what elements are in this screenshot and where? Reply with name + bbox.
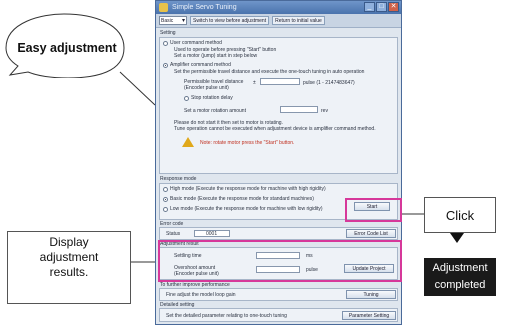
detailed-desc: Set the detailed parameter relating to o… [166,313,287,319]
window-title: Simple Servo Tuning [172,4,237,11]
app-icon [159,3,168,12]
user-command-label: User command method [170,40,222,46]
click-callout: Click [424,197,496,233]
window-title-bar: Simple Servo Tuning _ □ ✕ [156,1,401,14]
parameter-setting-button[interactable]: Parameter Setting [342,311,396,320]
status-value: 0001 [206,231,218,237]
low-mode-radio[interactable] [163,207,168,212]
high-mode-label: High mode (Execute the response mode for… [170,186,326,192]
done-line2: completed [434,279,486,291]
display-results-callout: Display adjustment results. [7,231,131,304]
stop-rotation-label: Stop rotation delay [191,95,233,101]
amplifier-command-radio[interactable] [163,63,168,68]
detailed-panel: Set the detailed parameter relating to o… [159,308,398,322]
minimize-button[interactable]: _ [364,2,375,12]
travel-equals: ± [253,80,256,86]
travel-distance-sub: (Encoder pulse unit) [184,85,229,91]
start-highlight [345,198,402,222]
return-initial-button[interactable]: Return to initial value [272,16,325,25]
warning-icon [182,137,194,147]
rotation-amount-unit: rev [321,108,328,114]
display-line1: Display [49,235,89,249]
down-arrow-icon [450,233,464,243]
display-line3: results. [49,265,89,279]
further-desc: Fine adjust the model loop gain [166,292,236,298]
toolbar: Basic Switch to view before adjustment R… [156,14,401,28]
error-code-list-button[interactable]: Error Code List [346,229,396,238]
low-mode-label: Low mode (Execute the response mode for … [170,206,323,212]
setting-group-label: Setting [160,30,176,36]
amplifier-command-label: Amplifier command method [170,62,231,68]
close-button[interactable]: ✕ [388,2,399,12]
user-command-radio[interactable] [163,41,168,46]
error-panel: Status 0001 Error Code List [159,227,398,240]
setting-note2: Tune operation cannot be executed when a… [174,126,376,132]
travel-distance-input[interactable] [260,78,300,85]
high-mode-radio[interactable] [163,187,168,192]
switch-view-button[interactable]: Switch to view before adjustment [190,16,270,25]
further-panel: Fine adjust the model loop gain Tuning [159,288,398,301]
response-group-label: Response mode [160,176,197,182]
status-label: Status [166,231,181,237]
rotation-amount-input[interactable] [280,106,318,113]
travel-distance-unit: pulse (1 - 2147483647) [303,80,355,86]
basic-mode-label: Basic mode (Execute the response mode fo… [170,196,314,202]
done-line1: Adjustment [432,262,488,274]
basic-mode-radio[interactable] [163,197,168,202]
stop-rotation-checkbox[interactable] [184,96,189,101]
tuning-button[interactable]: Tuning [346,290,396,299]
adjustment-completed-callout: Adjustment completed [424,258,496,296]
rotation-amount-label: Set a motor rotation amount [184,108,246,114]
display-line2: adjustment [39,250,99,264]
user-command-desc2: Set a motor (jump) start in step below [174,53,258,59]
amplifier-command-desc: Set the permissible travel distance and … [174,69,365,75]
maximize-button[interactable]: □ [376,2,387,12]
warning-text: Note: rotate motor press the "Start" but… [200,140,295,146]
setting-panel: User command method Used to operate befo… [159,37,398,174]
result-highlight [158,240,402,282]
mode-select[interactable]: Basic [159,16,187,25]
